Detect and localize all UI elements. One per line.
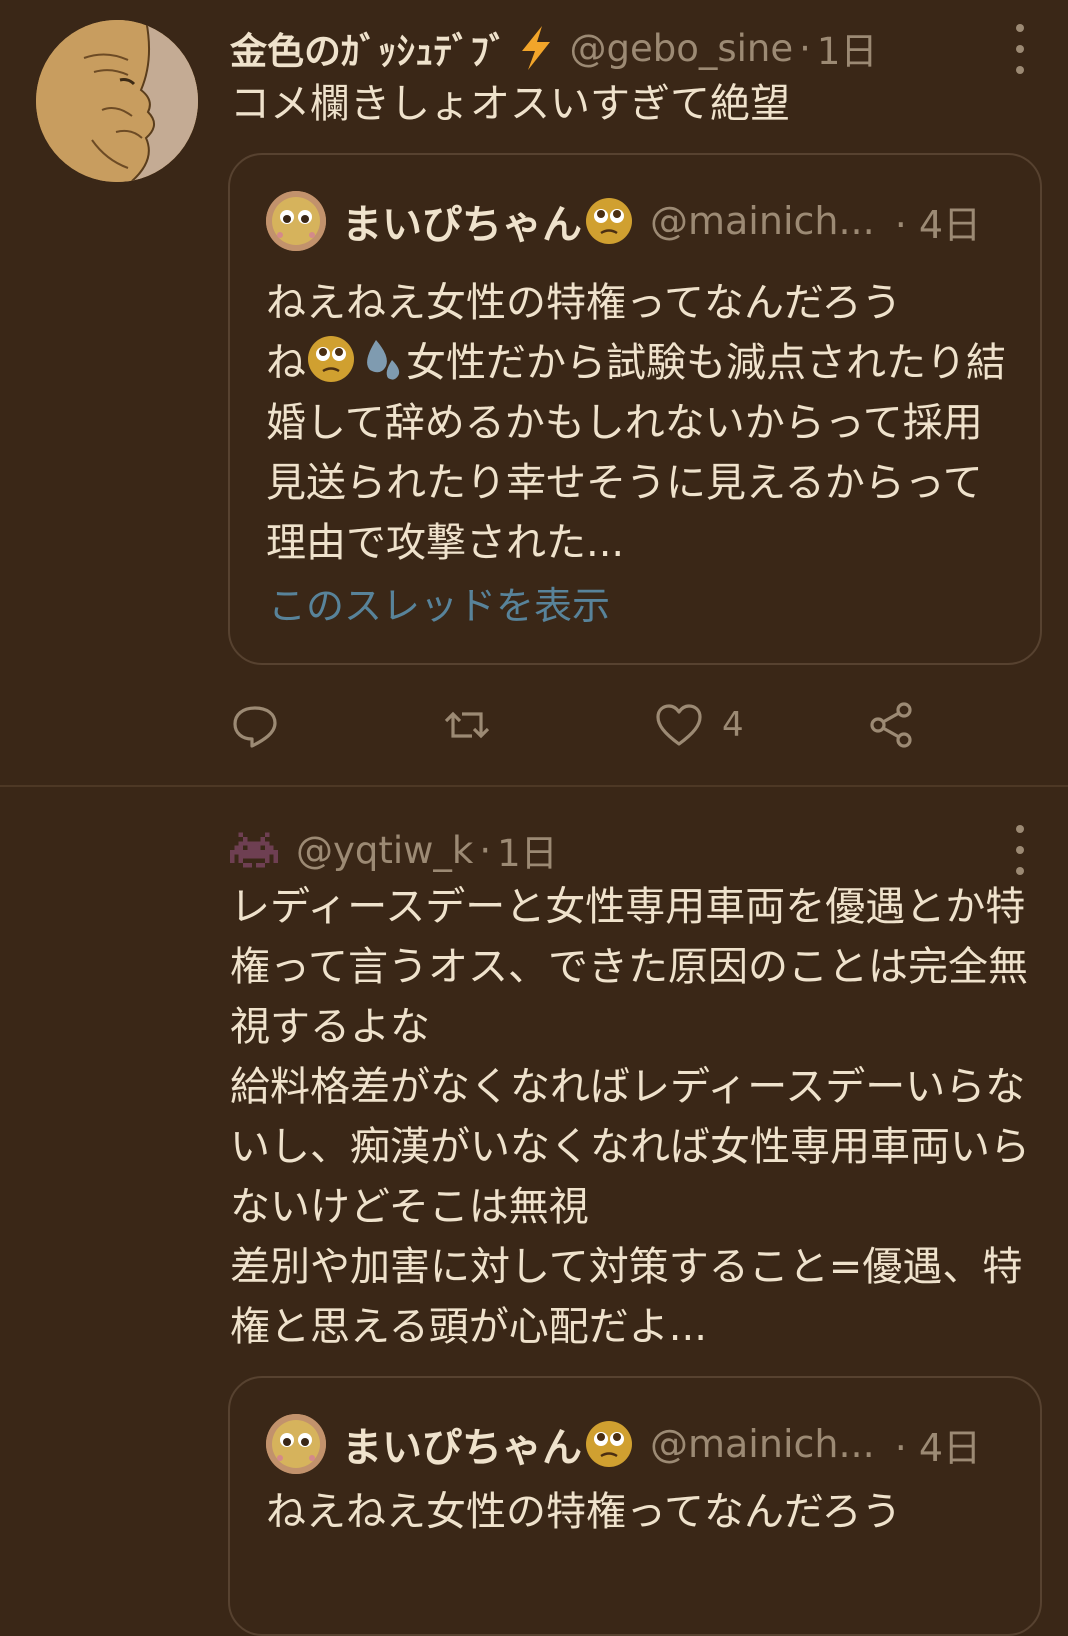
tweet-header: @yqtiw_k · 1日 — [230, 825, 558, 875]
more-icon[interactable] — [1008, 24, 1032, 74]
author-handle[interactable]: @gebo_sine — [570, 27, 794, 70]
quote-avatar — [266, 191, 326, 251]
tweet-header: 金色のｶﾞｯｼｭﾃﾞﾌﾞ @gebo_sine · 1日 — [230, 20, 877, 76]
quote-avatar — [266, 1414, 326, 1474]
like-count: 4 — [722, 705, 744, 745]
timestamp[interactable]: 1日 — [497, 823, 558, 877]
bolt-emoji — [521, 26, 550, 70]
quote-author-name: まいぴちゃん — [342, 1425, 582, 1471]
reply-icon — [233, 706, 277, 748]
quote-author-name: まいぴちゃん — [342, 202, 582, 248]
tweet-text: レディースデーと女性専用車両を優遇とか特権って言うオス、できた原因のことは完全無… — [230, 884, 1030, 1350]
sweat-droplets-emoji — [367, 340, 400, 380]
pleading-face-emoji — [308, 336, 354, 382]
quoted-tweet[interactable]: まいぴちゃん @mainich... · 4日 ねえねえ女性の特権ってなんだろう… — [228, 153, 1042, 665]
author-name[interactable]: 金色のｶﾞｯｼｭﾃﾞﾌﾞ — [230, 21, 508, 75]
pleading-face-emoji — [586, 1421, 632, 1467]
avatar[interactable] — [36, 20, 198, 182]
timestamp[interactable]: 1日 — [817, 21, 878, 75]
more-icon[interactable] — [1008, 825, 1032, 875]
like-icon — [656, 704, 702, 746]
separator: · — [799, 26, 811, 70]
quoted-tweet[interactable]: まいぴちゃん @mainich... · 4日 ねえねえ女性の特権ってなんだろう — [228, 1376, 1042, 1636]
quote-author-handle: @mainich... — [650, 1422, 875, 1466]
quote-header: まいぴちゃん @mainich... · 4日 — [266, 1414, 981, 1474]
pleading-face-emoji — [586, 198, 632, 244]
author-handle[interactable]: @yqtiw_k — [296, 829, 473, 872]
retweet-button[interactable] — [442, 700, 492, 750]
quote-text: ねえねえ女性の特権ってなんだろう — [266, 1489, 902, 1535]
action-bar: 4 — [230, 700, 930, 750]
tweet[interactable]: 金色のｶﾞｯｼｭﾃﾞﾌﾞ @gebo_sine · 1日 コメ欄きしょオスいすぎ… — [0, 0, 1068, 787]
share-button[interactable] — [866, 700, 916, 750]
space-invader-icon — [230, 832, 278, 868]
separator: · — [479, 828, 492, 872]
show-thread-link[interactable]: このスレッドを表示 — [268, 575, 610, 630]
quote-author-handle: @mainich... — [650, 199, 875, 243]
quote-timestamp: · 4日 — [894, 202, 982, 247]
tweet[interactable]: @yqtiw_k · 1日 レディースデーと女性専用車両を優遇とか特権って言うオ… — [0, 787, 1068, 1636]
quote-timestamp: · 4日 — [894, 1425, 982, 1470]
reply-button[interactable] — [230, 700, 280, 750]
retweet-icon — [444, 711, 490, 739]
quote-header: まいぴちゃん @mainich... · 4日 — [266, 191, 981, 251]
share-icon — [870, 702, 912, 748]
quote-text: ねえねえ女性の特権ってなんだろうね女性だから試験も減点されたり結婚して辞めるかも… — [266, 280, 1006, 566]
tweet-text: コメ欄きしょオスいすぎて絶望 — [230, 81, 790, 127]
like-button[interactable]: 4 — [654, 700, 744, 750]
